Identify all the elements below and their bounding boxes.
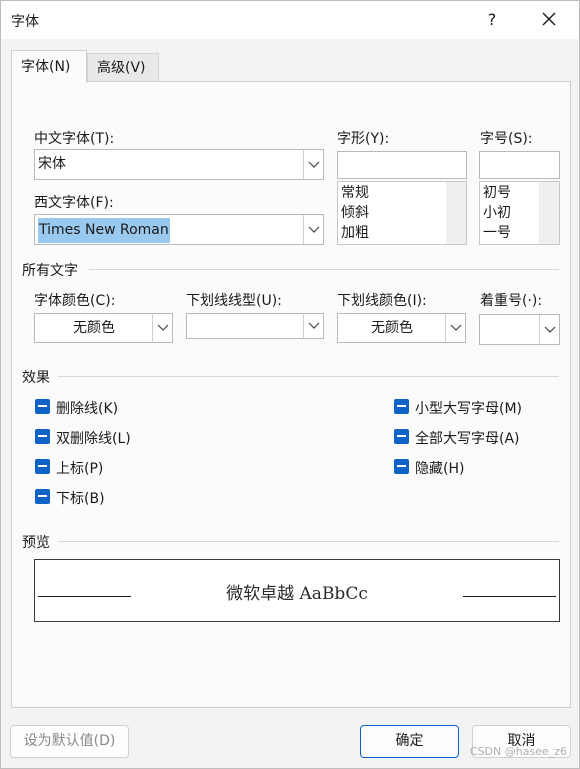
list-item[interactable]: 初号 (483, 183, 511, 203)
font-color-combo[interactable]: 无颜色 (34, 313, 173, 343)
section-divider (58, 541, 559, 542)
small-caps-checkbox[interactable] (394, 399, 409, 414)
list-item[interactable]: 小初 (483, 203, 511, 223)
chinese-font-dropdown[interactable] (303, 150, 323, 179)
underline-color-value: 无颜色 (371, 320, 413, 336)
underline-color-dropdown[interactable] (445, 314, 465, 342)
chevron-down-icon (157, 324, 169, 331)
font-style-label: 字形(Y): (337, 131, 390, 147)
all-caps-checkbox[interactable] (394, 429, 409, 444)
chevron-down-icon (450, 324, 462, 331)
list-item[interactable]: 倾斜 (341, 203, 369, 223)
section-all-text: 所有文字 (22, 263, 78, 279)
set-default-button[interactable]: 设为默认值(D) (10, 725, 129, 758)
list-item[interactable]: 常规 (341, 183, 369, 203)
font-color-label: 字体颜色(C): (34, 293, 116, 309)
section-effects: 效果 (22, 370, 50, 386)
help-button[interactable]: ? (479, 7, 505, 33)
tab-font[interactable]: 字体(N) (11, 50, 87, 83)
emphasis-mark-label: 着重号(·): (480, 293, 543, 309)
western-font-dropdown[interactable] (303, 215, 323, 244)
list-item[interactable]: 加粗 (341, 223, 369, 243)
close-icon (542, 12, 556, 26)
underline-color-combo[interactable]: 无颜色 (337, 313, 466, 343)
emphasis-mark-dropdown[interactable] (539, 315, 559, 344)
western-font-label: 西文字体(F): (34, 195, 114, 211)
font-style-input[interactable] (337, 151, 467, 179)
list-item[interactable]: 一号 (483, 223, 511, 243)
section-divider (58, 376, 559, 377)
small-caps-label[interactable]: 小型大写字母(M) (415, 398, 522, 418)
hidden-label[interactable]: 隐藏(H) (415, 458, 464, 478)
superscript-checkbox[interactable] (35, 459, 50, 474)
close-button[interactable] (535, 7, 563, 33)
chinese-font-label: 中文字体(T): (34, 131, 115, 147)
font-size-input[interactable] (479, 151, 560, 179)
strikethrough-label[interactable]: 删除线(K) (56, 398, 118, 418)
western-font-combo[interactable]: Times New Roman (34, 214, 324, 245)
superscript-label[interactable]: 上标(P) (56, 458, 103, 478)
preview-box: 微软卓越 AaBbCc (34, 559, 560, 622)
emphasis-mark-combo[interactable] (479, 314, 560, 345)
section-preview: 预览 (22, 535, 50, 551)
underline-color-label: 下划线颜色(I): (337, 293, 427, 309)
chevron-down-icon (544, 326, 556, 333)
hidden-checkbox[interactable] (394, 459, 409, 474)
preview-baseline-right (463, 596, 556, 597)
subscript-label[interactable]: 下标(B) (56, 488, 105, 508)
font-size-list[interactable]: 初号 小初 一号 (479, 181, 560, 245)
double-strikethrough-label[interactable]: 双删除线(L) (56, 428, 131, 448)
font-color-dropdown[interactable] (152, 314, 172, 342)
watermark: CSDN @hasee_z6 (469, 745, 567, 758)
chevron-down-icon (308, 161, 320, 168)
chevron-down-icon (308, 322, 320, 329)
western-font-value[interactable]: Times New Roman (38, 218, 170, 243)
subscript-checkbox[interactable] (35, 489, 50, 504)
font-size-scrollbar[interactable] (539, 182, 559, 244)
chinese-font-value: 宋体 (38, 156, 66, 172)
ok-button[interactable]: 确定 (360, 725, 459, 758)
underline-style-dropdown[interactable] (303, 314, 323, 338)
all-caps-label[interactable]: 全部大写字母(A) (415, 428, 520, 448)
preview-sample-text: 微软卓越 AaBbCc (226, 584, 368, 604)
section-divider (89, 269, 559, 270)
font-size-label: 字号(S): (480, 131, 533, 147)
font-dialog: 字体 ? 高级(V) 字体(N) 中文字体(T): 宋体 西文字体(F): Ti… (0, 0, 580, 769)
strikethrough-checkbox[interactable] (35, 399, 50, 414)
font-color-value: 无颜色 (73, 320, 115, 336)
chinese-font-combo[interactable]: 宋体 (34, 149, 324, 180)
font-style-scrollbar[interactable] (446, 182, 466, 244)
dialog-title: 字体 (11, 14, 39, 30)
chevron-down-icon (308, 226, 320, 233)
double-strikethrough-checkbox[interactable] (35, 429, 50, 444)
underline-style-combo[interactable] (186, 313, 324, 339)
tab-advanced[interactable]: 高级(V) (87, 53, 159, 82)
underline-style-label: 下划线线型(U): (186, 293, 282, 309)
title-bar: 字体 ? (1, 1, 579, 39)
font-style-list[interactable]: 常规 倾斜 加粗 (337, 181, 467, 245)
